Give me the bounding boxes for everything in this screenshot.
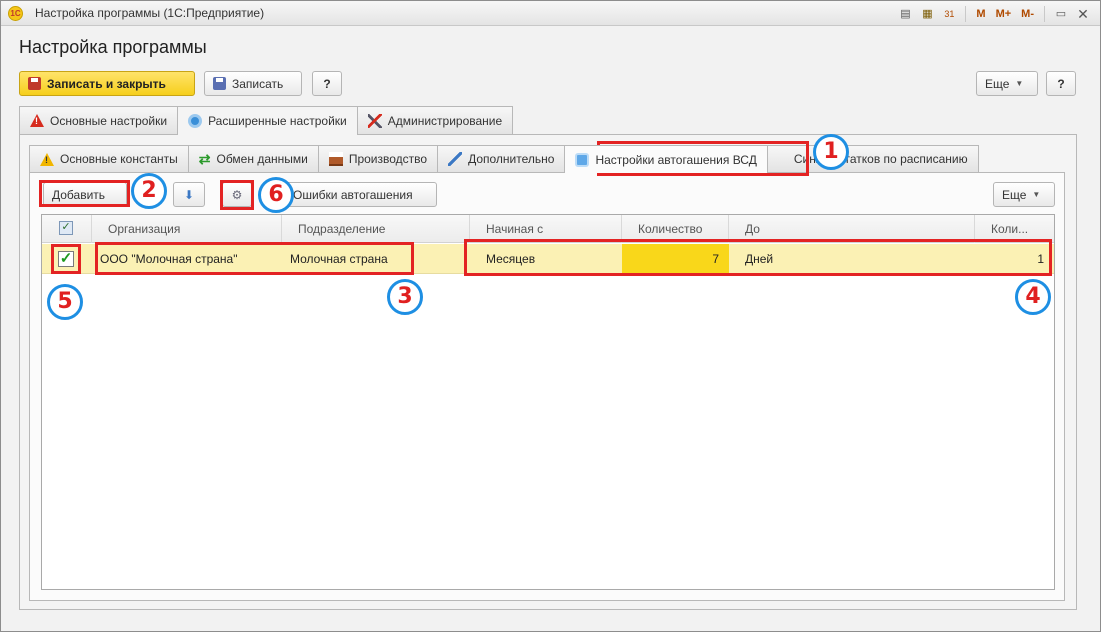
factory-icon [328,152,343,166]
tab-basic-settings[interactable]: Основные настройки [19,106,179,134]
tools-icon [367,113,382,128]
app-logo-icon: 1С [8,6,23,21]
minimize-icon[interactable]: ▭ [1052,5,1070,23]
move-down-button[interactable]: ⬇ [173,182,205,207]
document-icon[interactable]: ▤ [896,5,914,23]
tab-advanced-settings[interactable]: Расширенные настройки [177,106,358,135]
app-window: 1С Настройка программы (1С:Предприятие) … [0,0,1101,632]
callout-2: 2 [131,173,167,209]
title-bar: 1С Настройка программы (1С:Предприятие) … [1,1,1100,26]
more-label: Еще [985,76,1010,91]
page-title: Настройка программы [19,37,207,57]
annotation-box-period [464,239,1052,276]
chevron-down-icon: ▼ [1015,79,1024,88]
memory-m-plus-button[interactable]: M+ [993,5,1015,23]
callout-1: 1 [813,134,849,170]
tab-production[interactable]: Производство [317,145,439,172]
table-more-button[interactable]: Еще ▼ [993,182,1055,207]
save-label: Записать [232,76,284,91]
annotation-box-org [95,242,414,275]
arrow-down-icon: ⬇ [183,187,195,202]
title-bar-tools: ▤ ▦ 31 M M+ M- ▭ ✕ [896,4,1092,23]
chevron-down-icon: ▼ [1032,190,1041,199]
callout-4: 4 [1015,279,1051,315]
tab-label: Обмен данными [216,152,308,166]
column-check[interactable]: ✓ [42,215,92,243]
tab-label: Основные константы [60,152,178,166]
errors-button[interactable]: Ошибки автогашения [284,182,437,207]
calculator-icon[interactable]: ▦ [918,5,936,23]
tab-label: Основные настройки [50,113,168,128]
exchange-icon: ⇄ [198,151,211,167]
memory-m-minus-button[interactable]: M- [1018,5,1037,23]
annotation-box-settings [220,180,254,210]
tab-label: Дополнительно [468,152,555,166]
callout-3: 3 [387,279,423,315]
tab-label: Настройки автогашения ВСД [595,152,757,167]
tab-basic-constants[interactable]: Основные константы [29,145,189,172]
auto-redemption-icon [575,152,590,167]
separator [965,5,967,22]
tab-auto-redemption-settings[interactable]: Настройки автогашения ВСД [564,145,768,173]
gear-icon [188,114,203,128]
tab-label: Производство [348,152,428,166]
callout-6: 6 [258,177,294,213]
tab-label: Администрирование [387,113,503,128]
memory-m-button[interactable]: M [973,5,988,23]
tab-data-exchange[interactable]: ⇄ Обмен данными [187,145,319,172]
separator [1044,5,1045,22]
window-title: Настройка программы (1С:Предприятие) [35,6,265,20]
select-all-icon: ✓ [59,221,73,235]
annotation-box-checkbox [51,244,81,274]
annotation-box-add [39,180,130,207]
save-and-close-button[interactable]: Записать и закрыть [19,71,195,96]
tab-administration[interactable]: Администрирование [356,106,514,134]
calendar-icon[interactable]: 31 [940,5,958,23]
more-label: Еще [1002,187,1027,202]
callout-5: 5 [47,284,83,320]
more-button[interactable]: Еще ▼ [976,71,1038,96]
column-organization[interactable]: Организация [92,215,282,243]
wrench-icon [448,152,463,166]
save-and-close-label: Записать и закрыть [47,76,166,91]
help-button[interactable]: ? [312,71,342,96]
warning-icon [40,152,54,166]
save-button[interactable]: Записать [204,71,302,96]
column-division[interactable]: Подразделение [282,215,470,243]
tab-label: Расширенные настройки [208,114,347,128]
tab-additional[interactable]: Дополнительно [437,145,566,172]
warning-icon [30,114,44,127]
close-icon[interactable]: ✕ [1074,5,1092,23]
save-icon [28,77,41,90]
save-icon [213,77,226,90]
help-right-button[interactable]: ? [1046,71,1076,96]
top-tabs: Основные настройки Расширенные настройки… [19,106,514,135]
